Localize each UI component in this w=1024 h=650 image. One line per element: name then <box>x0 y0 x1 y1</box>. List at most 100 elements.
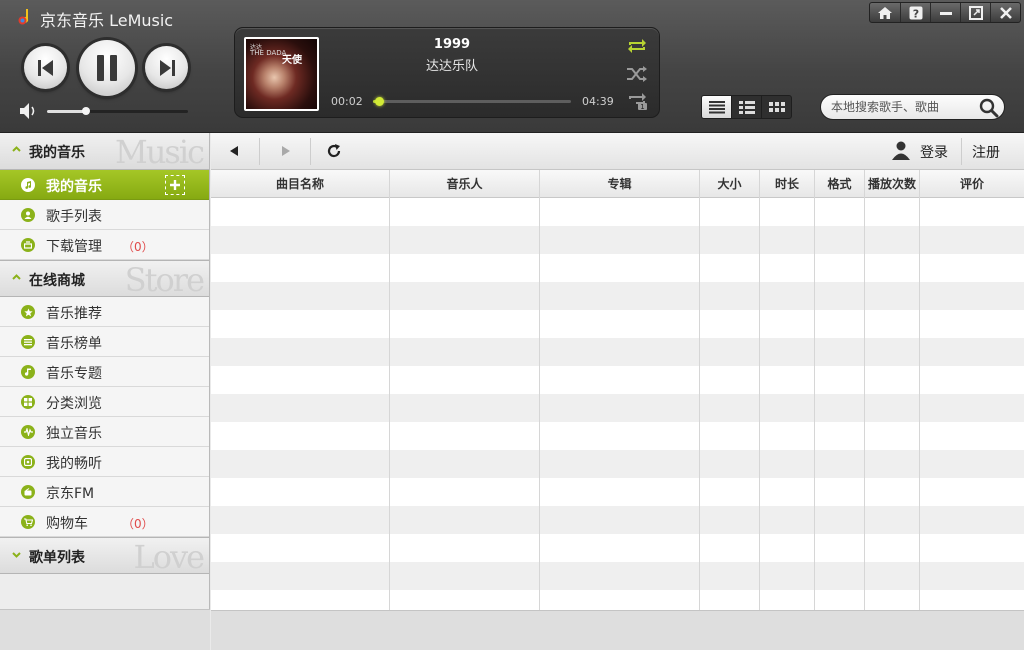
table-row[interactable] <box>211 282 1024 310</box>
sidebar-item-topics[interactable]: 音乐专题 <box>0 357 209 387</box>
previous-track-button[interactable] <box>24 46 67 89</box>
list-view-icon[interactable] <box>702 96 731 118</box>
back-button[interactable] <box>222 140 246 162</box>
next-track-button[interactable] <box>145 46 188 89</box>
grid-view-icon[interactable] <box>761 96 791 118</box>
help-icon[interactable]: ? <box>900 3 930 22</box>
shopping-cart-icon <box>21 515 35 529</box>
sidebar-item-label: 下载管理 <box>46 239 102 255</box>
table-row[interactable] <box>211 450 1024 478</box>
time-total: 04:39 <box>582 95 614 108</box>
column-header-album[interactable]: 专辑 <box>540 170 700 198</box>
column-header-play-count[interactable]: 播放次数 <box>865 170 920 198</box>
table-row[interactable] <box>211 366 1024 394</box>
sidebar-item-cart[interactable]: 购物车 （0） <box>0 507 209 537</box>
toolbar-divider <box>961 138 962 165</box>
chevron-down-icon <box>12 552 21 558</box>
sidebar-item-label: 京东FM <box>46 486 95 502</box>
sidebar-item-label: 我的音乐 <box>46 179 102 195</box>
detail-view-icon[interactable] <box>731 96 761 118</box>
time-current: 00:02 <box>331 95 363 108</box>
user-icon[interactable] <box>891 140 911 160</box>
song-title: 1999 <box>433 37 471 52</box>
sidebar-item-label: 购物车 <box>46 516 88 532</box>
table-row[interactable] <box>211 590 1024 610</box>
waveform-icon <box>21 425 35 439</box>
repeat-all-icon[interactable] <box>625 37 649 55</box>
table-row[interactable] <box>211 422 1024 450</box>
search-input[interactable] <box>831 99 971 115</box>
column-header-format[interactable]: 格式 <box>815 170 865 198</box>
column-header-title[interactable]: 曲目名称 <box>211 170 390 198</box>
toolbar-divider <box>259 138 260 165</box>
table-row[interactable] <box>211 338 1024 366</box>
search-box <box>820 94 1005 120</box>
sidebar-item-recommend[interactable]: 音乐推荐 <box>0 297 209 327</box>
sidebar-item-my-listening[interactable]: 我的畅听 <box>0 447 209 477</box>
minimize-icon[interactable] <box>930 3 960 22</box>
refresh-button[interactable] <box>322 140 346 162</box>
skip-previous-icon <box>37 59 53 76</box>
sidebar-item-label: 我的畅听 <box>46 456 102 472</box>
radio-icon <box>21 485 35 499</box>
section-watermark: Music <box>115 133 205 170</box>
sidebar-item-jd-fm[interactable]: 京东FM <box>0 477 209 507</box>
section-my-music[interactable]: 我的音乐 Music <box>0 133 209 170</box>
forward-button[interactable] <box>274 140 298 162</box>
music-note-logo-icon <box>18 9 29 25</box>
column-divider <box>919 170 920 610</box>
svg-text:1: 1 <box>640 103 644 110</box>
album-cover-title: 天使 <box>282 55 302 66</box>
download-count: （0） <box>122 240 154 254</box>
song-artist[interactable]: 达达乐队 <box>385 55 519 74</box>
repeat-one-icon[interactable]: 1 <box>625 92 649 110</box>
register-link[interactable]: 注册 <box>972 142 1000 162</box>
column-header-artist[interactable]: 音乐人 <box>390 170 540 198</box>
table-row[interactable] <box>211 534 1024 562</box>
home-icon[interactable] <box>870 3 900 22</box>
sidebar-item-my-music[interactable]: 我的音乐 <box>0 170 209 200</box>
column-header-size[interactable]: 大小 <box>700 170 760 198</box>
sidebar-item-indie[interactable]: 独立音乐 <box>0 417 209 447</box>
volume-icon[interactable] <box>18 101 40 121</box>
content-toolbar: 登录 注册 <box>211 133 1024 170</box>
table-row[interactable] <box>211 562 1024 590</box>
volume-slider[interactable] <box>47 107 188 115</box>
table-row[interactable] <box>211 254 1024 282</box>
progress-bar[interactable] <box>373 97 571 106</box>
sidebar-footer <box>0 609 210 650</box>
close-icon[interactable] <box>990 3 1020 22</box>
sidebar-item-label: 音乐专题 <box>46 366 102 382</box>
shuffle-icon[interactable] <box>625 65 649 83</box>
volume-knob[interactable] <box>82 107 91 115</box>
download-icon <box>21 238 35 252</box>
table-row[interactable] <box>211 394 1024 422</box>
section-playlists[interactable]: 歌单列表 Love <box>0 537 209 574</box>
now-playing-panel: 达达 THE DADA 天使 1999 达达乐队 00:02 04:39 1 <box>234 27 660 118</box>
table-row[interactable] <box>211 478 1024 506</box>
sidebar-item-artists[interactable]: 歌手列表 <box>0 200 209 230</box>
progress-knob[interactable] <box>374 97 384 106</box>
table-row[interactable] <box>211 226 1024 254</box>
song-table: 曲目名称 音乐人 专辑 大小 时长 格式 播放次数 评价 <box>211 170 1024 610</box>
search-icon[interactable] <box>979 98 999 118</box>
table-row[interactable] <box>211 506 1024 534</box>
sidebar-item-downloads[interactable]: 下载管理 （0） <box>0 230 209 260</box>
section-watermark: Store <box>124 261 205 297</box>
album-cover[interactable]: 达达 THE DADA 天使 <box>244 37 319 111</box>
column-header-rating[interactable]: 评价 <box>920 170 1024 198</box>
pause-button[interactable] <box>79 40 135 96</box>
refresh-icon <box>327 144 341 158</box>
login-link[interactable]: 登录 <box>920 142 948 162</box>
add-playlist-icon[interactable] <box>165 175 185 195</box>
table-row[interactable] <box>211 310 1024 338</box>
sidebar-item-charts[interactable]: 音乐榜单 <box>0 327 209 357</box>
section-online-store[interactable]: 在线商城 Store <box>0 260 209 297</box>
top-bar: 京东音乐 LeMusic ? 达达 THE DADA 天使 1999 达达乐队 … <box>0 0 1024 133</box>
chevron-up-icon <box>12 274 21 280</box>
column-header-duration[interactable]: 时长 <box>760 170 815 198</box>
table-row[interactable] <box>211 198 1024 226</box>
app-title: 京东音乐 LeMusic <box>40 11 174 30</box>
sidebar-item-browse[interactable]: 分类浏览 <box>0 387 209 417</box>
maximize-icon[interactable] <box>960 3 990 22</box>
